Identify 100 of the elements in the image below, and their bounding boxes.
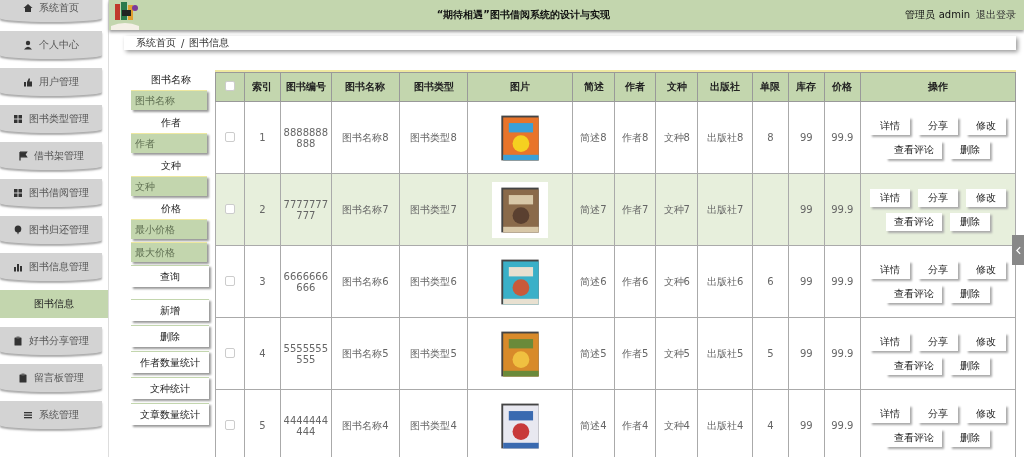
index-cell: 3 [259,276,266,287]
sidebar-item[interactable]: 图书信息 [0,290,108,318]
row-action-button[interactable]: 详情 [870,332,910,351]
index-cell: 4 [259,348,266,359]
row-action-button[interactable]: 修改 [966,332,1006,351]
limit-cell: 4 [767,420,774,431]
limit-cell: 8 [767,132,774,143]
author-cell: 作者8 [621,131,649,143]
row-action-button[interactable]: 修改 [966,116,1006,135]
row-action-button[interactable]: 详情 [870,188,910,207]
index-cell: 2 [259,204,266,215]
row-action-button[interactable]: 查看评论 [886,140,942,159]
row-checkbox[interactable] [225,347,235,358]
row-action-button[interactable]: 查看评论 [886,356,942,375]
row-action-button[interactable]: 分享 [918,260,958,279]
name-cell: 图书名称5 [342,347,389,359]
sidebar-item[interactable]: 借书架管理 [0,142,102,170]
row-action-button[interactable]: 删除 [950,212,990,231]
language-cell: 文种5 [663,347,690,359]
row-action-button[interactable]: 查看评论 [886,212,942,231]
stock-cell: 99 [799,348,813,359]
row-action-button[interactable]: 删除 [950,356,990,375]
sidebar-item[interactable]: 系统首页 [0,0,102,22]
row-checkbox[interactable] [225,131,235,142]
user-label: 管理员 admin [905,8,970,22]
filter-input[interactable]: 最小价格 [131,219,207,239]
action-button[interactable]: 新增 [131,299,209,321]
filter-input[interactable]: 作者 [131,133,207,153]
type-cell: 图书类型8 [410,131,457,143]
language-cell: 文种7 [663,203,690,215]
sidebar-item[interactable]: 图书归还管理 [0,216,102,244]
filter-input[interactable]: 最大价格 [131,242,207,262]
author-cell: 作者7 [621,203,649,215]
column-header: 图书类型 [399,72,468,102]
action-button[interactable]: 文章数量统计 [131,403,209,425]
row-action-button[interactable]: 修改 [966,404,1006,423]
sidebar-item[interactable]: 好书分享管理 [0,327,102,355]
index-cell: 5 [259,420,266,431]
filter-label: 作者 [160,116,182,130]
row-action-button[interactable]: 分享 [918,404,958,423]
row-action-button[interactable]: 删除 [950,284,990,303]
author-cell: 作者4 [621,419,649,431]
price-cell: 99.9 [831,204,854,215]
balloon-icon [13,225,23,235]
column-header: 简述 [572,72,615,102]
logout-link[interactable]: 退出登录 [976,8,1016,22]
breadcrumb-item[interactable]: 图书信息 [189,36,230,50]
row-action-button[interactable]: 查看评论 [886,428,942,447]
select-all-checkbox[interactable] [225,81,235,91]
sidebar-item[interactable]: 留言板管理 [0,364,102,392]
person-icon [23,40,33,50]
row-action-button[interactable]: 详情 [870,260,910,279]
collapse-handle[interactable] [1012,235,1024,265]
row-action-button[interactable]: 分享 [918,188,958,207]
summary-cell: 简述6 [580,275,607,287]
price-cell: 99.9 [831,420,854,431]
filter-label: 价格 [160,202,182,216]
filter-input[interactable]: 文种 [131,176,207,196]
type-cell: 图书类型5 [410,347,457,359]
row-action-button[interactable]: 修改 [966,260,1006,279]
breadcrumb-item[interactable]: 系统首页 [136,36,176,50]
breadcrumb-separator: / [181,37,185,49]
row-action-button[interactable]: 分享 [918,116,958,135]
sidebar-item[interactable]: 用户管理 [0,68,102,96]
column-header: 图书名称 [331,72,400,102]
chevron-left-icon [1015,245,1021,255]
action-button[interactable]: 删除 [131,325,209,347]
filter-input[interactable]: 图书名称 [131,90,207,110]
action-button[interactable]: 文种统计 [131,377,209,399]
stock-cell: 99 [799,204,813,215]
publisher-cell: 出版社8 [706,131,744,143]
row-action-button[interactable]: 详情 [870,116,910,135]
flag-icon [18,151,28,161]
row-action-button[interactable]: 删除 [950,140,990,159]
sidebar-item[interactable]: 图书借阅管理 [0,179,102,207]
column-header: 作者 [614,72,656,102]
language-cell: 文种4 [663,419,690,431]
sidebar-item[interactable]: 图书类型管理 [0,105,102,133]
clipboard-icon [13,336,23,346]
sidebar-item[interactable]: 图书信息管理 [0,253,102,281]
action-button[interactable]: 作者数量统计 [131,351,209,373]
search-button[interactable]: 查询 [131,265,209,287]
row-action-button[interactable]: 详情 [870,404,910,423]
row-action-button[interactable]: 删除 [950,428,990,447]
filter-label: 文种 [160,159,182,173]
price-cell: 99.9 [831,348,854,359]
row-checkbox[interactable] [225,203,235,214]
row-action-button[interactable]: 分享 [918,332,958,351]
row-checkbox[interactable] [225,275,235,286]
row-action-button[interactable]: 修改 [966,188,1006,207]
sidebar-item[interactable]: 个人中心 [0,31,102,59]
filter-label: 图书名称 [150,73,192,87]
home-icon [23,3,33,13]
sidebar-item[interactable]: 系统管理 [0,401,102,429]
row-checkbox[interactable] [225,419,235,430]
code-cell: 4444444444 [283,414,329,437]
name-cell: 图书名称7 [342,203,389,215]
row-action-button[interactable]: 查看评论 [886,284,942,303]
app-title: “期待相遇”图书借阅系统的设计与实现 [435,8,611,22]
summary-cell: 简述5 [580,347,607,359]
